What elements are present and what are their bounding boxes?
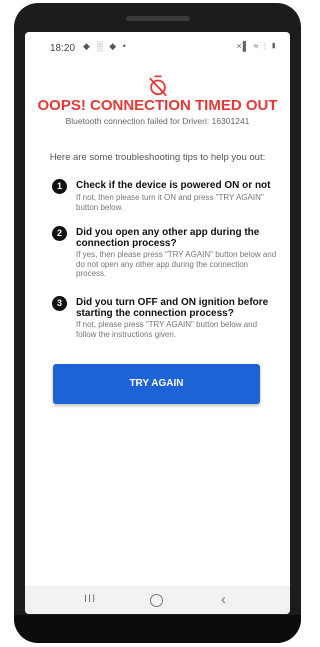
earpiece-speaker [126, 16, 190, 21]
home-button[interactable] [150, 594, 163, 607]
tip-body: If not, please press "TRY AGAIN" button … [76, 320, 258, 339]
status-bar: 18:20 ◆ ░ ◆ • ×▌ ≈ ⫶ ▮ [25, 32, 290, 62]
tip-title: Did you turn OFF and ON ignition before … [76, 297, 269, 319]
tip-number-badge: 1 [52, 179, 67, 194]
phone-frame: 18:20 ◆ ░ ◆ • ×▌ ≈ ⫶ ▮ OOPS! CONNECTION … [14, 3, 301, 643]
tip-body: If yes, then please press "TRY AGAIN" bu… [76, 250, 277, 278]
system-status-icons: ×▌ ≈ ⫶ ▮ [236, 41, 278, 51]
error-subtitle: Bluetooth connection failed for Driveri:… [65, 116, 250, 126]
timer-off-icon [149, 75, 167, 97]
troubleshooting-intro: Here are some troubleshooting tips to he… [49, 152, 266, 163]
tip-title: Did you open any other app during the co… [76, 227, 260, 249]
tip-number-badge: 3 [52, 296, 67, 311]
error-title: OOPS! CONNECTION TIMED OUT [37, 97, 278, 114]
android-nav-bar: III ‹ [25, 586, 290, 614]
notification-icons: ◆ ░ ◆ • [83, 41, 128, 51]
phone-screen: 18:20 ◆ ░ ◆ • ×▌ ≈ ⫶ ▮ OOPS! CONNECTION … [25, 32, 290, 614]
phone-chin [14, 615, 301, 643]
tip-title: Check if the device is powered ON or not [76, 180, 271, 191]
recents-button[interactable]: III [84, 593, 96, 605]
back-button[interactable]: ‹ [221, 591, 226, 608]
status-time: 18:20 [50, 43, 76, 54]
tip-body: If not, then please turn it ON and press… [76, 193, 264, 212]
try-again-button[interactable]: TRY AGAIN [53, 364, 260, 404]
tip-number-badge: 2 [52, 226, 67, 241]
